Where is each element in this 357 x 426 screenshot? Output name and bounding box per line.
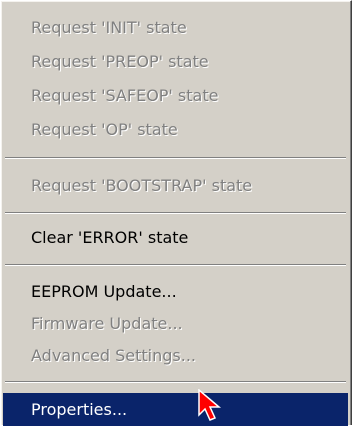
menu-item-advanced-settings: Advanced Settings... bbox=[31, 346, 196, 365]
menu-item-request-preop-state: Request 'PREOP' state bbox=[31, 52, 209, 71]
menu-separator bbox=[5, 381, 346, 383]
menu-item-request-init-state: Request 'INIT' state bbox=[31, 18, 187, 37]
menu-separator bbox=[5, 264, 346, 266]
menu-item-request-bootstrap-state: Request 'BOOTSTRAP' state bbox=[31, 176, 253, 195]
menu-item-firmware-update: Firmware Update... bbox=[31, 314, 183, 333]
menu-item-clear-error-state[interactable]: Clear 'ERROR' state bbox=[3, 223, 348, 253]
menu-item-request-op-state: Request 'OP' state bbox=[31, 120, 178, 139]
menu-item-properties[interactable]: Properties... bbox=[3, 393, 348, 426]
mouse-pointer-arrow-icon bbox=[198, 389, 222, 421]
menu-separator bbox=[5, 212, 346, 214]
menu-item-request-safeop-state: Request 'SAFEOP' state bbox=[31, 86, 219, 105]
context-menu: Request 'INIT' state Request 'PREOP' sta… bbox=[0, 0, 352, 426]
menu-separator bbox=[5, 157, 346, 159]
menu-item-eeprom-update[interactable]: EEPROM Update... bbox=[3, 277, 348, 307]
